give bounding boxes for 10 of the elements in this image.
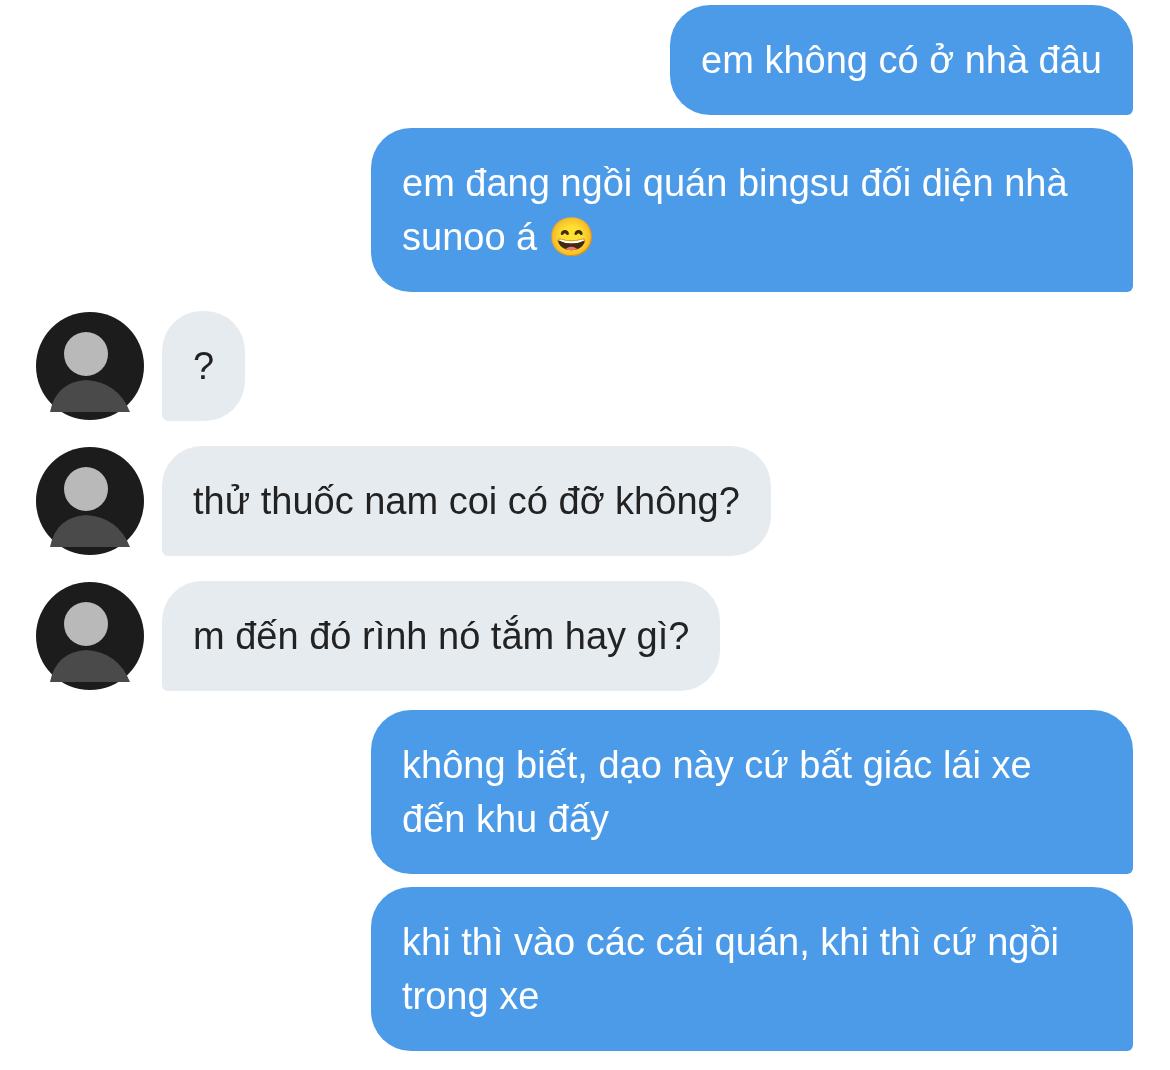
avatar-icon <box>36 447 144 555</box>
received-message: thử thuốc nam coi có đỡ không? <box>162 446 771 556</box>
avatar-icon <box>36 582 144 690</box>
received-message: m đến đó rình nó tắm hay gì? <box>162 581 721 691</box>
sent-message: em không có ở nhà đâu <box>670 5 1133 115</box>
avatar-icon <box>36 312 144 420</box>
received-message: ? <box>162 311 246 421</box>
sent-message: khi thì vào các cái quán, khi thì cứ ngồi trong xe <box>371 887 1133 1051</box>
sent-message: không biết, dạo này cứ bất giác lái xe đến khu đấy <box>371 710 1133 874</box>
sent-message: em đang ngồi quán bingsu đối diện nhà sunoo á 😄 <box>371 128 1133 292</box>
